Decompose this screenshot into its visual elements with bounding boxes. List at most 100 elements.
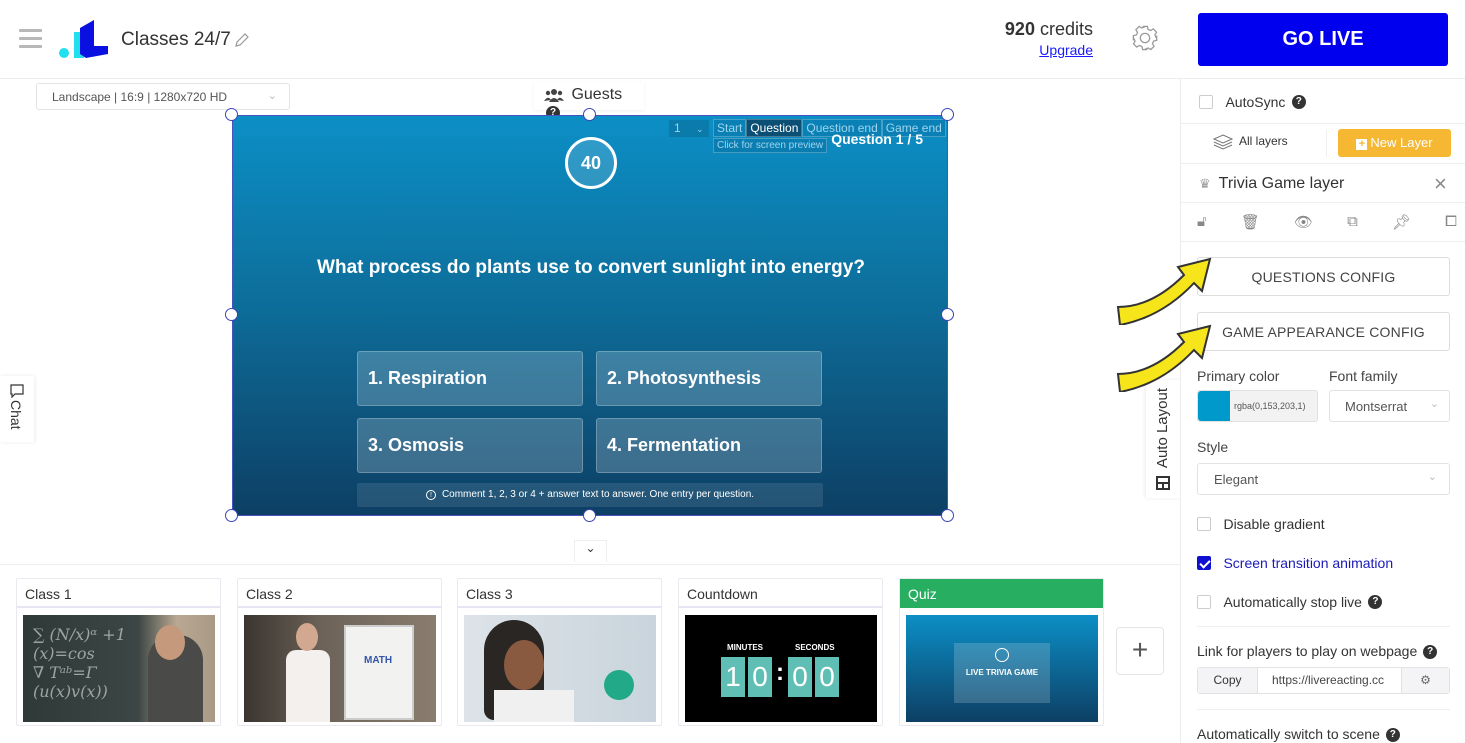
- resize-handle[interactable]: [941, 509, 954, 522]
- help-icon[interactable]: ?: [1423, 645, 1438, 660]
- resize-handle[interactable]: [225, 509, 238, 522]
- answer-option[interactable]: 2. Photosynthesis: [596, 351, 822, 406]
- unlock-icon[interactable]: 🔓︎: [1197, 213, 1207, 231]
- screens-icon[interactable]: ⧠: [1445, 213, 1457, 231]
- screen-transition-label: Screen transition animation: [1223, 554, 1394, 571]
- question-number-select[interactable]: 1 ⌄: [669, 120, 709, 137]
- go-live-button[interactable]: GO LIVE: [1198, 13, 1448, 66]
- guests-label: Guests: [571, 86, 623, 103]
- scene-name: Class 2: [238, 579, 441, 608]
- scene-card-active[interactable]: Quiz LIVE TRIVIA GAME: [899, 578, 1104, 726]
- countdown-digit: 1: [721, 657, 745, 697]
- autosync-label: AutoSync: [1225, 93, 1286, 110]
- game-appearance-config-button[interactable]: GAME APPEARANCE CONFIG: [1197, 312, 1450, 351]
- properties-panel: AutoSync ? All layers + New Layer ♛ Trivia…: [1180, 79, 1465, 743]
- scene-thumbnail: [464, 615, 656, 722]
- question-text: What process do plants use to convert su…: [317, 257, 865, 278]
- chevron-down-icon: ⌄: [696, 124, 704, 134]
- chat-tab[interactable]: Chat: [0, 376, 34, 442]
- collapse-scenes-button[interactable]: ⌄: [574, 540, 607, 562]
- layers-icon: [1212, 134, 1234, 150]
- pencil-icon[interactable]: [234, 32, 250, 48]
- copy-icon[interactable]: ⧉: [1347, 213, 1358, 231]
- resize-handle[interactable]: [225, 308, 238, 321]
- users-icon: [544, 88, 564, 102]
- add-scene-button[interactable]: +: [1116, 627, 1164, 675]
- auto-stop-checkbox[interactable]: [1197, 594, 1211, 609]
- instruction-text: Comment 1, 2, 3 or 4 + answer text to an…: [441, 489, 755, 500]
- resize-handle[interactable]: [583, 108, 596, 121]
- answer-instructions: ! Comment 1, 2, 3 or 4 + answer text to a…: [357, 483, 823, 507]
- answer-option[interactable]: 1. Respiration: [357, 351, 583, 406]
- divider: [1181, 202, 1465, 203]
- screen-transition-checkbox[interactable]: [1197, 555, 1211, 570]
- screen-transition-row: Screen transition animation: [1181, 554, 1465, 572]
- upgrade-link[interactable]: Upgrade: [1000, 42, 1093, 58]
- link-section-title: Link for players to play on webpage ?: [1197, 643, 1438, 660]
- tab-start[interactable]: Start: [713, 119, 747, 137]
- help-icon[interactable]: ?: [1368, 594, 1383, 609]
- close-icon[interactable]: ×: [1434, 171, 1447, 197]
- font-family-select[interactable]: Montserrat ⌄: [1329, 390, 1450, 422]
- resolution-select[interactable]: Landscape | 16:9 | 1280x720 HD ⌄: [36, 83, 290, 110]
- answer-option[interactable]: 3. Osmosis: [357, 418, 583, 473]
- countdown-digit: 0: [788, 657, 812, 697]
- resize-handle[interactable]: [941, 308, 954, 321]
- questions-config-button[interactable]: QUESTIONS CONFIG: [1197, 257, 1450, 296]
- logo-icon: [59, 20, 108, 58]
- scene-card[interactable]: Class 3: [457, 578, 662, 726]
- layer-title: Trivia Game layer: [1218, 175, 1345, 192]
- scene-thumbnail: LIVE TRIVIA GAME: [906, 615, 1098, 722]
- layout-icon: [1156, 476, 1170, 490]
- help-icon[interactable]: ?: [1385, 728, 1400, 743]
- eye-icon[interactable]: 👁︎: [1294, 213, 1313, 231]
- crown-icon: ♛: [1199, 176, 1211, 191]
- top-bar: Classes 24/7 920 credits Upgrade GO LIVE: [0, 0, 1465, 79]
- answer-option[interactable]: 4. Fermentation: [596, 418, 822, 473]
- scene-card[interactable]: Countdown MINUTES SECONDS 1 0 : 0 0: [678, 578, 883, 726]
- scene-thumbnail: ∑ (N/x)ᵅ +1 (x)=cos ∇ Tᵃᵇ=Γ (u(x)v(x)): [23, 615, 215, 722]
- menu-icon[interactable]: [19, 29, 42, 49]
- trash-icon[interactable]: 🗑︎: [1241, 213, 1260, 231]
- resolution-value: Landscape | 16:9 | 1280x720 HD: [52, 90, 228, 104]
- auto-layout-tab[interactable]: Auto Layout: [1146, 380, 1180, 498]
- autosync-checkbox[interactable]: [1199, 94, 1213, 109]
- layer-toolbar: 🔓︎ 🗑︎ 👁︎ ⧉ 📌︎ ⧠: [1197, 213, 1457, 231]
- link-input-group: Copy https://livereacting.cc ⚙: [1197, 667, 1450, 694]
- autosync-row: AutoSync ?: [1181, 93, 1465, 111]
- help-icon[interactable]: ?: [1291, 94, 1306, 109]
- scene-name: Class 3: [458, 579, 661, 608]
- disable-gradient-label: Disable gradient: [1223, 515, 1325, 532]
- arrow-annotation-icon: [1116, 257, 1212, 325]
- tab-question[interactable]: Question: [746, 119, 803, 137]
- disable-gradient-checkbox[interactable]: [1197, 516, 1211, 531]
- credits-value: 920: [1004, 19, 1035, 39]
- gear-icon: ⚙: [1420, 673, 1431, 687]
- layer-header: ♛ Trivia Game layer: [1199, 175, 1344, 193]
- auto-switch-section: Automatically switch to scene ?: [1197, 726, 1400, 743]
- scene-name: Countdown: [679, 579, 882, 608]
- auto-switch-label: Automatically switch to scene: [1197, 726, 1380, 742]
- guests-button[interactable]: Guests ?: [534, 82, 644, 120]
- countdown-timer: 40: [565, 137, 617, 189]
- scene-card[interactable]: Class 1 ∑ (N/x)ᵅ +1 (x)=cos ∇ Tᵃᵇ=Γ (u(x)v(…: [16, 578, 221, 726]
- primary-color-picker[interactable]: rgba(0,153,203,1): [1197, 390, 1318, 422]
- resize-handle[interactable]: [941, 108, 954, 121]
- chat-label: Chat: [8, 400, 24, 430]
- pin-icon[interactable]: 📌︎: [1392, 213, 1411, 231]
- copy-link-button[interactable]: Copy: [1198, 668, 1258, 693]
- resize-handle[interactable]: [225, 108, 238, 121]
- divider: [1197, 709, 1450, 710]
- new-layer-button[interactable]: + New Layer: [1338, 129, 1451, 157]
- trivia-stage[interactable]: 1 ⌄ Start Question Question end Game end…: [232, 115, 948, 516]
- link-settings-button[interactable]: ⚙: [1401, 668, 1449, 693]
- resize-handle[interactable]: [583, 509, 596, 522]
- gear-icon[interactable]: [1131, 24, 1159, 52]
- font-family-value: Montserrat: [1345, 399, 1408, 414]
- style-select[interactable]: Elegant ⌄: [1197, 463, 1450, 495]
- font-family-label: Font family: [1329, 368, 1398, 384]
- screen-preview-hint[interactable]: Click for screen preview: [713, 138, 828, 153]
- player-link-input[interactable]: https://livereacting.cc: [1258, 668, 1401, 693]
- scene-card[interactable]: Class 2 MATH: [237, 578, 442, 726]
- all-layers-button[interactable]: All layers: [1212, 134, 1288, 150]
